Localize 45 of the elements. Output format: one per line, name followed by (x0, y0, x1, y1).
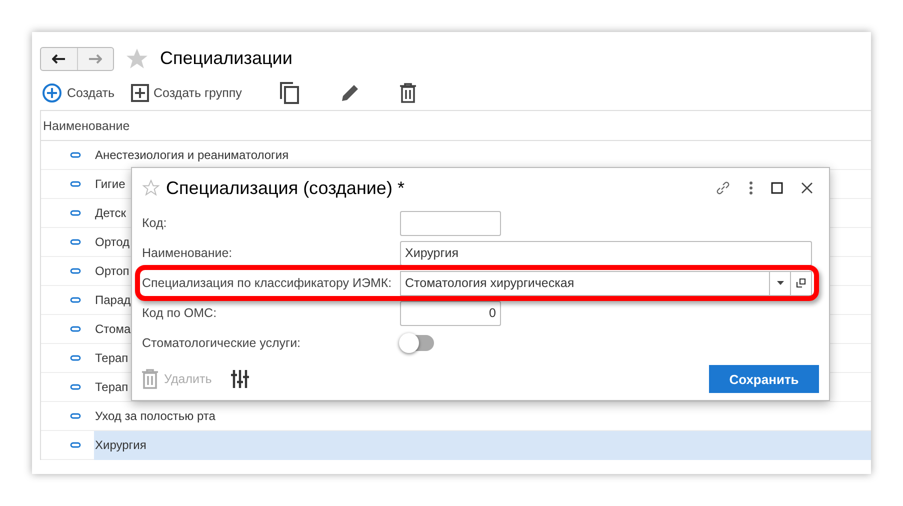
table-row[interactable]: Ортоп (94, 256, 130, 286)
item-icon (70, 297, 81, 303)
item-icon (70, 152, 81, 158)
table-row[interactable]: Ортод (94, 228, 131, 256)
input-field[interactable] (400, 210, 501, 236)
field-label: Код по ОМС: (142, 304, 218, 322)
field-label: Наименование: (142, 244, 234, 262)
table-row[interactable]: Анестезиология и реаниматология (94, 140, 290, 170)
item-icon (70, 268, 81, 274)
select-field[interactable]: Стоматология хирургическая (400, 270, 812, 296)
item-icon (70, 181, 81, 187)
item-icon (70, 239, 81, 245)
field-label: Стоматологические услуги: (142, 334, 302, 352)
toggle-switch[interactable] (400, 335, 434, 351)
input-field[interactable]: 0 (400, 300, 501, 326)
dialog-title: Специализация (создание) * (166, 176, 404, 200)
plus-circle-icon (42, 83, 62, 103)
star-icon[interactable] (126, 48, 148, 70)
table-row[interactable]: Парад (94, 286, 132, 314)
item-icon (70, 210, 81, 216)
table-row[interactable]: Гигие (94, 170, 126, 198)
item-icon (70, 442, 81, 448)
plus-square-icon (130, 84, 149, 102)
star-icon[interactable] (142, 179, 160, 197)
column-header[interactable]: Наименование (41, 111, 871, 141)
table-row[interactable]: Детск (94, 198, 128, 228)
item-icon (70, 413, 81, 419)
table-row[interactable]: Уход за полостью рта (94, 402, 216, 430)
table-row[interactable]: Хирургия (94, 430, 871, 460)
field-label: Специализация по классификатору ИЭМК: (142, 274, 393, 292)
create-group-button[interactable]: Создать группу (130, 84, 242, 102)
item-icon (70, 384, 81, 390)
item-icon (70, 326, 81, 332)
table-row[interactable]: Терап (94, 372, 130, 402)
table-row[interactable]: Терап (94, 344, 130, 372)
field-label: Код: (142, 214, 168, 232)
item-icon (70, 355, 81, 361)
input-field[interactable]: Хирургия (400, 240, 812, 266)
forward-arrow-icon (88, 54, 102, 64)
create-button[interactable]: Создать (42, 83, 115, 103)
window-title: Специализации (160, 47, 292, 70)
save-button[interactable]: Сохранить (709, 365, 819, 393)
back-arrow-icon (52, 54, 66, 64)
table-row[interactable]: Стома (94, 314, 132, 344)
trash-icon (142, 369, 158, 389)
